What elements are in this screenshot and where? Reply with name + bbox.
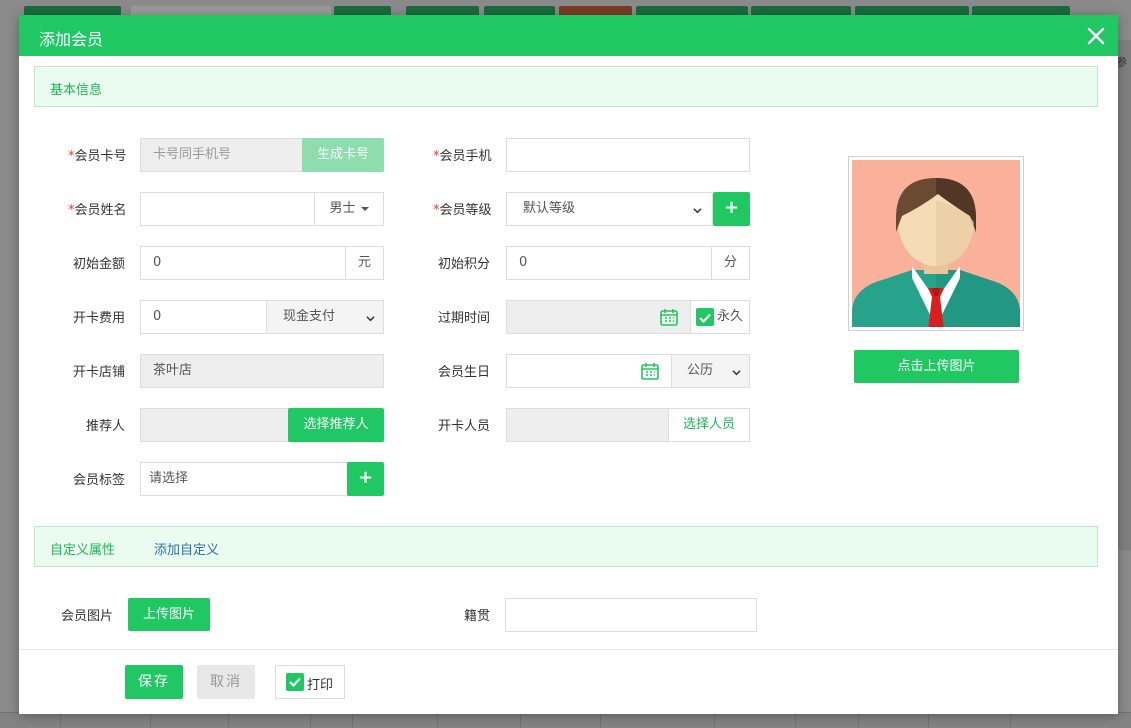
footer-divider (19, 649, 1118, 650)
caret-down-icon (360, 206, 369, 211)
select-referrer-button[interactable]: 选择推荐人 (288, 408, 384, 442)
card-no-label: *会员卡号 (68, 149, 127, 164)
calendar-icon[interactable] (640, 361, 660, 381)
points-unit: 分 (711, 246, 750, 280)
expire-label: 过期时间 (438, 311, 491, 326)
store-label: 开卡店铺 (73, 365, 126, 380)
checkbox-checked-icon (286, 673, 304, 691)
background-toolbar (0, 0, 1131, 18)
amount-unit: 元 (345, 246, 384, 280)
print-toggle[interactable]: 打印 (275, 665, 345, 699)
avatar-preview (848, 156, 1024, 331)
add-custom-link[interactable]: 添加自定义 (154, 539, 219, 558)
init-points-input[interactable]: 0 (506, 246, 712, 280)
card-fee-label: 开卡费用 (73, 311, 126, 326)
level-label: *会员等级 (433, 203, 492, 218)
upload-photo-button[interactable]: 上传图片 (128, 598, 210, 631)
gender-dropdown[interactable]: 男士 (314, 192, 384, 226)
checkbox-checked-icon (696, 308, 714, 326)
origin-label: 籍贯 (464, 609, 491, 624)
cancel-button[interactable]: 取消 (197, 665, 255, 699)
origin-input[interactable] (505, 598, 757, 632)
add-tag-button[interactable]: + (347, 462, 384, 496)
custom-attributes-section: 自定义属性 添加自定义 (34, 526, 1098, 567)
chevron-down-icon (366, 316, 375, 322)
name-input[interactable] (140, 192, 315, 226)
upload-avatar-button[interactable]: 点击上传图片 (854, 350, 1019, 383)
init-points-label: 初始积分 (438, 257, 491, 272)
chevron-down-icon (732, 370, 741, 376)
add-member-dialog: 添加会员 基本信息 *会员卡号 卡号同手机号 生成卡号 *会员手机 *会员姓名 … (19, 15, 1118, 714)
add-level-button[interactable]: + (713, 192, 750, 226)
generate-card-no-button[interactable]: 生成卡号 (302, 138, 384, 172)
permanent-toggle[interactable]: 永久 (690, 300, 750, 334)
tab-basic-info[interactable]: 基本信息 (50, 79, 102, 98)
select-staff-button[interactable]: 选择人员 (668, 408, 750, 442)
basic-info-section: 基本信息 (34, 66, 1098, 107)
avatar-placeholder-icon (852, 160, 1020, 330)
print-label: 打印 (307, 678, 334, 693)
dialog-title: 添加会员 (39, 30, 104, 49)
dialog-header: 添加会员 (19, 15, 1118, 56)
card-fee-input[interactable]: 0 (140, 300, 268, 334)
staff-input (506, 408, 669, 442)
store-input: 茶叶店 (140, 354, 384, 388)
phone-input[interactable] (506, 138, 750, 172)
member-photo-label: 会员图片 (61, 609, 114, 624)
calendar-icon[interactable] (659, 307, 679, 327)
background-table (0, 712, 1131, 728)
init-amount-label: 初始金额 (73, 257, 126, 272)
card-no-input[interactable]: 卡号同手机号 (140, 138, 303, 172)
tags-label: 会员标签 (73, 473, 126, 488)
tab-custom-attributes[interactable]: 自定义属性 (50, 539, 115, 558)
tags-select[interactable]: 请选择 (140, 462, 348, 496)
name-label: *会员姓名 (68, 203, 127, 218)
referrer-input (140, 408, 289, 442)
close-icon[interactable] (1086, 26, 1106, 46)
birthday-label: 会员生日 (438, 365, 491, 380)
staff-label: 开卡人员 (438, 419, 491, 434)
chevron-down-icon (693, 208, 702, 214)
save-button[interactable]: 保存 (125, 665, 183, 699)
referrer-label: 推荐人 (86, 419, 126, 434)
calendar-type-select[interactable]: 公历 (671, 354, 750, 388)
level-select[interactable]: 默认等级 (506, 192, 713, 226)
phone-label: *会员手机 (433, 149, 492, 164)
init-amount-input[interactable]: 0 (140, 246, 346, 280)
payment-method-select[interactable]: 现金支付 (266, 300, 384, 334)
